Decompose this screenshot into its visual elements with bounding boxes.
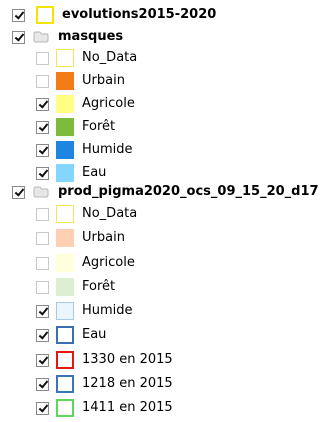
class-label: Agricole — [82, 255, 135, 270]
class-visibility-checkbox[interactable] — [36, 97, 49, 111]
legend-item-masques-eau[interactable]: Eau — [36, 163, 106, 183]
layer-label: evolutions2015-2020 — [62, 7, 217, 22]
class-label: Humide — [82, 303, 133, 318]
class-visibility-checkbox[interactable] — [36, 328, 49, 342]
group-label: masques — [58, 29, 124, 44]
legend-item-masques-urbain[interactable]: Urbain — [36, 71, 125, 91]
layer-row-prod-pigma2020[interactable]: prod_pigma2020_ocs_09_15_20_d17 — [12, 182, 319, 202]
group-layer-icon — [33, 31, 49, 43]
legend-item-prod-eau[interactable]: Eau — [36, 325, 106, 345]
layer-symbol-swatch — [36, 6, 54, 24]
class-visibility-checkbox[interactable] — [36, 120, 49, 134]
legend-item-prod-1411-en-2015[interactable]: 1411 en 2015 — [36, 398, 173, 418]
legend-item-masques-foret[interactable]: Forêt — [36, 117, 115, 137]
legend-item-prod-foret[interactable]: Forêt — [36, 277, 115, 297]
legend-item-prod-agricole[interactable]: Agricole — [36, 253, 135, 273]
legend-item-prod-no-data[interactable]: No_Data — [36, 204, 137, 224]
class-color-swatch — [56, 118, 74, 136]
legend-item-prod-1330-en-2015[interactable]: 1330 en 2015 — [36, 350, 173, 370]
legend-item-prod-urbain[interactable]: Urbain — [36, 228, 125, 248]
class-visibility-checkbox[interactable] — [36, 256, 49, 270]
group-label: prod_pigma2020_ocs_09_15_20_d17 — [58, 184, 319, 199]
class-label: No_Data — [82, 206, 138, 221]
class-color-swatch — [56, 375, 74, 393]
group-visibility-checkbox[interactable] — [12, 185, 25, 199]
class-visibility-checkbox[interactable] — [36, 304, 49, 318]
class-label: Eau — [82, 165, 107, 180]
class-label: 1330 en 2015 — [82, 352, 173, 367]
layer-visibility-checkbox[interactable] — [12, 8, 25, 22]
class-visibility-checkbox[interactable] — [36, 231, 49, 245]
class-visibility-checkbox[interactable] — [36, 207, 49, 221]
class-label: No_Data — [82, 50, 138, 65]
class-color-swatch — [56, 72, 74, 90]
class-color-swatch — [56, 205, 74, 223]
legend-item-masques-no-data[interactable]: No_Data — [36, 48, 137, 68]
class-visibility-checkbox[interactable] — [36, 353, 49, 367]
class-label: Forêt — [82, 119, 116, 134]
group-layer-icon — [33, 186, 49, 198]
class-color-swatch — [56, 351, 74, 369]
class-color-swatch — [56, 141, 74, 159]
class-color-swatch — [56, 326, 74, 344]
class-label: Eau — [82, 327, 107, 342]
class-label: 1218 en 2015 — [82, 376, 173, 391]
class-visibility-checkbox[interactable] — [36, 143, 49, 157]
layer-row-masques[interactable]: masques — [12, 27, 123, 47]
class-visibility-checkbox[interactable] — [36, 51, 49, 65]
class-color-swatch — [56, 229, 74, 247]
class-color-swatch — [56, 95, 74, 113]
class-color-swatch — [56, 49, 74, 67]
class-visibility-checkbox[interactable] — [36, 377, 49, 391]
class-visibility-checkbox[interactable] — [36, 74, 49, 88]
legend-item-prod-1218-en-2015[interactable]: 1218 en 2015 — [36, 374, 173, 394]
class-visibility-checkbox[interactable] — [36, 166, 49, 180]
legend-item-masques-humide[interactable]: Humide — [36, 140, 133, 160]
class-label: Agricole — [82, 96, 135, 111]
layer-row-evolutions[interactable]: evolutions2015-2020 — [12, 5, 216, 25]
class-color-swatch — [56, 302, 74, 320]
group-visibility-checkbox[interactable] — [12, 30, 25, 44]
layer-tree-panel: evolutions2015-2020 masques No_Data Urba… — [0, 0, 319, 422]
legend-item-prod-humide[interactable]: Humide — [36, 301, 133, 321]
class-color-swatch — [56, 399, 74, 417]
class-label: 1411 en 2015 — [82, 400, 173, 415]
class-visibility-checkbox[interactable] — [36, 280, 49, 294]
class-label: Humide — [82, 142, 133, 157]
class-color-swatch — [56, 164, 74, 182]
class-label: Forêt — [82, 279, 116, 294]
class-color-swatch — [56, 254, 74, 272]
class-color-swatch — [56, 278, 74, 296]
legend-item-masques-agricole[interactable]: Agricole — [36, 94, 135, 114]
class-label: Urbain — [82, 230, 125, 245]
class-visibility-checkbox[interactable] — [36, 401, 49, 415]
class-label: Urbain — [82, 73, 125, 88]
